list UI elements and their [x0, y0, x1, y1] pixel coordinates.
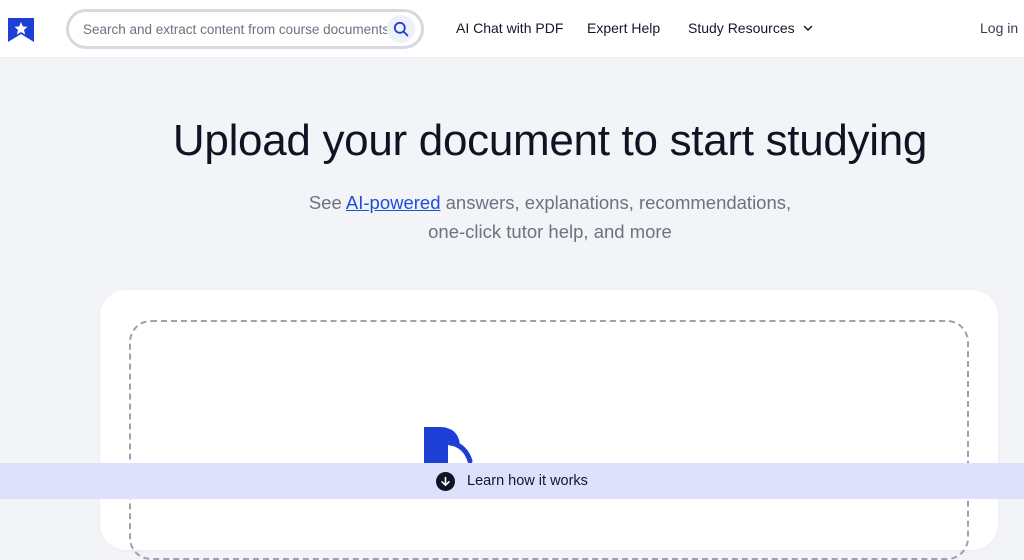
document-icon [424, 427, 473, 467]
search-icon [393, 21, 409, 37]
search-button[interactable] [387, 15, 415, 43]
logo-icon[interactable] [6, 14, 36, 44]
subtitle-suffix: answers, explanations, recommendations, [440, 192, 792, 213]
search-input[interactable] [83, 21, 387, 37]
nav-expert-help[interactable]: Expert Help [587, 20, 660, 36]
login-link[interactable]: Log in [980, 20, 1018, 36]
upload-card [100, 290, 998, 560]
ai-powered-link[interactable]: AI-powered [346, 192, 441, 213]
upload-dropzone[interactable] [129, 320, 969, 560]
hero-subtitle: See AI-powered answers, explanations, re… [250, 188, 850, 246]
top-nav-bar: AI Chat with PDF Expert Help Study Resou… [0, 0, 1024, 58]
search-box[interactable] [66, 9, 424, 49]
learn-how-it-works-bar[interactable]: Learn how it works [0, 463, 1024, 499]
page-title: Upload your document to start studying [172, 116, 928, 165]
nav-study-resources[interactable]: Study Resources [688, 20, 813, 36]
learn-how-it-works-label: Learn how it works [467, 473, 588, 489]
chevron-down-icon [803, 25, 812, 31]
subtitle-prefix: See [308, 192, 346, 213]
subtitle-line2: one-click tutor help, and more [428, 221, 672, 242]
arrow-down-circle-icon [436, 471, 456, 491]
nav-ai-chat-with-pdf[interactable]: AI Chat with PDF [456, 20, 563, 36]
nav-study-resources-label: Study Resources [688, 20, 795, 36]
